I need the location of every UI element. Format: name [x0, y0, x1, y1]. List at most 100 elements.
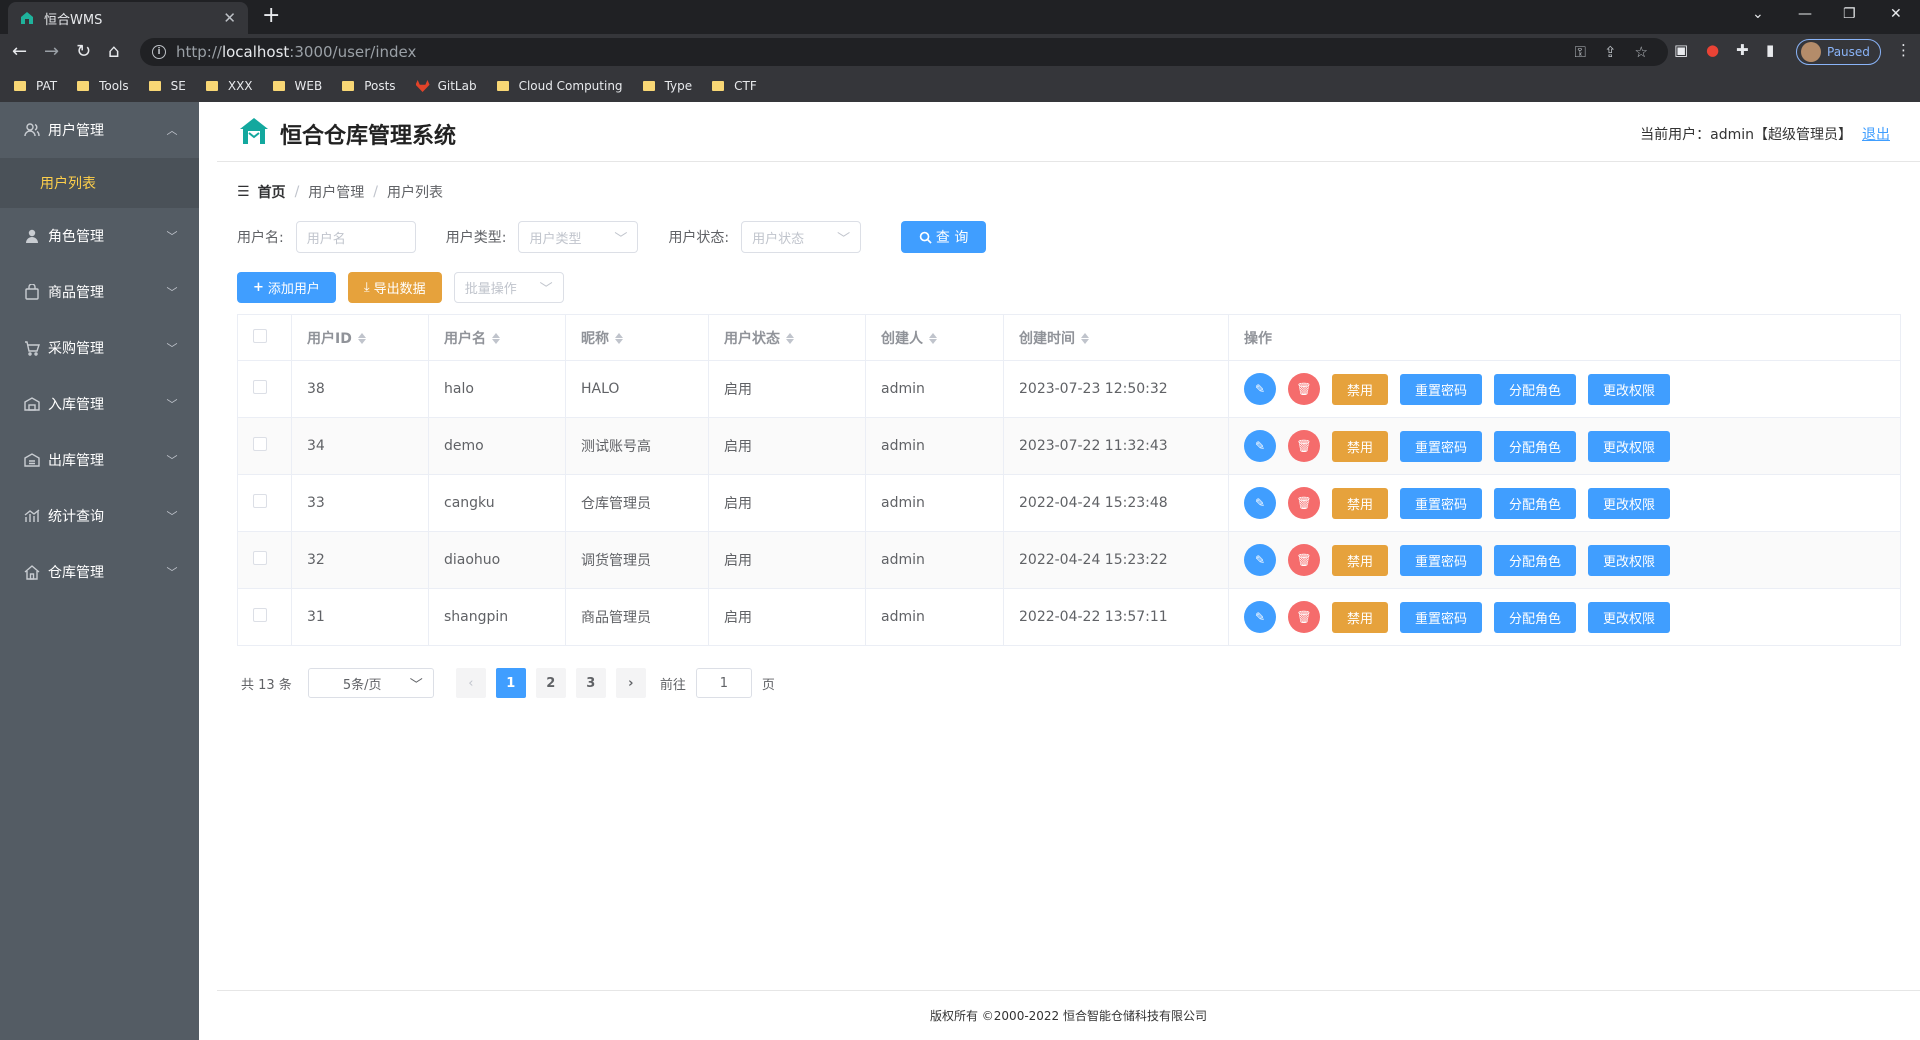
bookmark-se[interactable]: SE: [148, 79, 186, 93]
page-button[interactable]: 1: [495, 668, 526, 698]
change-permission-button[interactable]: 更改权限: [1588, 601, 1671, 633]
row-checkbox[interactable]: [253, 380, 267, 394]
select-all-checkbox[interactable]: [253, 328, 267, 343]
query-button[interactable]: 查 询: [901, 221, 987, 253]
sidebar-item-roles[interactable]: 角色管理 ﹀: [0, 208, 199, 264]
username-input[interactable]: 用户名: [295, 221, 416, 253]
delete-icon[interactable]: 🗑: [1288, 373, 1320, 405]
sidebar-item-stats[interactable]: 统计查询 ﹀: [0, 488, 199, 544]
forward-icon[interactable]: →: [44, 41, 59, 63]
address-bar[interactable]: i http://localhost:3000/user/index ⚿ ⇪ ☆: [140, 38, 1668, 66]
disable-button[interactable]: 禁用: [1332, 430, 1389, 462]
logout-link[interactable]: 退出: [1862, 127, 1890, 143]
share-icon[interactable]: ⇪: [1604, 43, 1617, 61]
sort-icon[interactable]: [1081, 332, 1091, 345]
sidepanel-icon[interactable]: ▮: [1766, 41, 1774, 59]
sort-icon[interactable]: [492, 332, 502, 345]
sidebar-item-outbound[interactable]: 出库管理 ﹀: [0, 432, 199, 488]
reload-icon[interactable]: ↻: [76, 41, 91, 63]
bookmark-pat[interactable]: PAT: [14, 79, 57, 93]
goto-page-input[interactable]: 1: [695, 668, 752, 698]
sidebar-item-purchase[interactable]: 采购管理 ﹀: [0, 320, 199, 376]
column-header[interactable]: 昵称: [565, 314, 709, 361]
tab-close-icon[interactable]: ✕: [223, 9, 236, 27]
page-button[interactable]: 2: [535, 668, 566, 698]
prev-page-button[interactable]: ‹: [455, 668, 486, 698]
edit-icon[interactable]: ✎: [1244, 373, 1276, 405]
disable-button[interactable]: 禁用: [1332, 373, 1389, 405]
restore-icon[interactable]: ❐: [1843, 6, 1856, 22]
delete-icon[interactable]: 🗑: [1288, 430, 1320, 462]
page-size-select[interactable]: 5条/页 ﹀: [307, 668, 434, 698]
bookmark-web[interactable]: WEB: [272, 79, 322, 93]
bookmark-cloud[interactable]: Cloud Computing: [496, 79, 623, 93]
bookmark-ctf[interactable]: CTF: [712, 79, 757, 93]
minimize-icon[interactable]: —: [1798, 6, 1812, 22]
delete-icon[interactable]: 🗑: [1288, 601, 1320, 633]
bookmark-type[interactable]: Type: [642, 79, 692, 93]
breadcrumb-home[interactable]: 首页: [258, 182, 286, 202]
extension-icon[interactable]: ▣: [1674, 41, 1688, 59]
bookmark-posts[interactable]: Posts: [342, 79, 396, 93]
browser-menu-icon[interactable]: ⋮: [1896, 41, 1911, 59]
column-header[interactable]: 用户状态: [708, 314, 866, 361]
column-header[interactable]: 创建人: [865, 314, 1004, 361]
column-header[interactable]: 用户ID: [291, 314, 429, 361]
column-header[interactable]: 创建时间: [1003, 314, 1229, 361]
site-info-icon[interactable]: i: [152, 45, 166, 59]
sort-icon[interactable]: [615, 332, 625, 345]
profile-button[interactable]: Paused: [1796, 39, 1881, 65]
home-icon[interactable]: ⌂: [108, 41, 119, 63]
change-permission-button[interactable]: 更改权限: [1588, 373, 1671, 405]
reset-password-button[interactable]: 重置密码: [1400, 487, 1483, 519]
sidebar-item-inbound[interactable]: 入库管理 ﹀: [0, 376, 199, 432]
reset-password-button[interactable]: 重置密码: [1400, 601, 1483, 633]
assign-role-button[interactable]: 分配角色: [1494, 373, 1577, 405]
column-header[interactable]: 用户名: [428, 314, 566, 361]
disable-button[interactable]: 禁用: [1332, 487, 1389, 519]
user-status-select[interactable]: 用户状态 ﹀: [741, 221, 862, 253]
edit-icon[interactable]: ✎: [1244, 601, 1276, 633]
sidebar-subitem-user-list[interactable]: 用户列表: [0, 158, 199, 208]
batch-operation-select[interactable]: 批量操作 ﹀: [453, 272, 564, 303]
menu-toggle-icon[interactable]: ☰: [237, 184, 250, 200]
change-permission-button[interactable]: 更改权限: [1588, 430, 1671, 462]
row-checkbox[interactable]: [253, 551, 267, 565]
close-window-icon[interactable]: ✕: [1890, 6, 1902, 22]
user-type-select[interactable]: 用户类型 ﹀: [518, 221, 639, 253]
change-permission-button[interactable]: 更改权限: [1588, 544, 1671, 576]
new-tab-icon[interactable]: +: [262, 5, 280, 27]
reset-password-button[interactable]: 重置密码: [1400, 430, 1483, 462]
key-icon[interactable]: ⚿: [1575, 43, 1586, 61]
back-icon[interactable]: ←: [12, 41, 27, 63]
bookmark-star-icon[interactable]: ☆: [1635, 43, 1648, 61]
add-user-button[interactable]: + 添加用户: [237, 272, 336, 303]
puzzle-icon[interactable]: ✚: [1736, 41, 1749, 59]
assign-role-button[interactable]: 分配角色: [1494, 430, 1577, 462]
edit-icon[interactable]: ✎: [1244, 487, 1276, 519]
sort-icon[interactable]: [786, 332, 796, 345]
tab-search-icon[interactable]: ⌄: [1752, 6, 1764, 22]
edit-icon[interactable]: ✎: [1244, 430, 1276, 462]
page-button[interactable]: 3: [575, 668, 606, 698]
sidebar-item-users[interactable]: 用户管理 ︿: [0, 102, 199, 158]
row-checkbox[interactable]: [253, 608, 267, 622]
reset-password-button[interactable]: 重置密码: [1400, 373, 1483, 405]
next-page-button[interactable]: ›: [615, 668, 646, 698]
bookmark-tools[interactable]: Tools: [77, 79, 129, 93]
sidebar-item-goods[interactable]: 商品管理 ﹀: [0, 264, 199, 320]
assign-role-button[interactable]: 分配角色: [1494, 487, 1577, 519]
row-checkbox[interactable]: [253, 437, 267, 451]
reset-password-button[interactable]: 重置密码: [1400, 544, 1483, 576]
export-button[interactable]: ⤓ 导出数据: [347, 272, 442, 303]
assign-role-button[interactable]: 分配角色: [1494, 544, 1577, 576]
row-checkbox[interactable]: [253, 494, 267, 508]
delete-icon[interactable]: 🗑: [1288, 544, 1320, 576]
browser-tab[interactable]: 恒合WMS ✕: [8, 2, 248, 34]
change-permission-button[interactable]: 更改权限: [1588, 487, 1671, 519]
sidebar-item-warehouse[interactable]: 仓库管理 ﹀: [0, 544, 199, 600]
bookmark-gitlab[interactable]: GitLab: [415, 79, 477, 93]
edit-icon[interactable]: ✎: [1244, 544, 1276, 576]
assign-role-button[interactable]: 分配角色: [1494, 601, 1577, 633]
extension-red-icon[interactable]: ●: [1706, 41, 1719, 59]
